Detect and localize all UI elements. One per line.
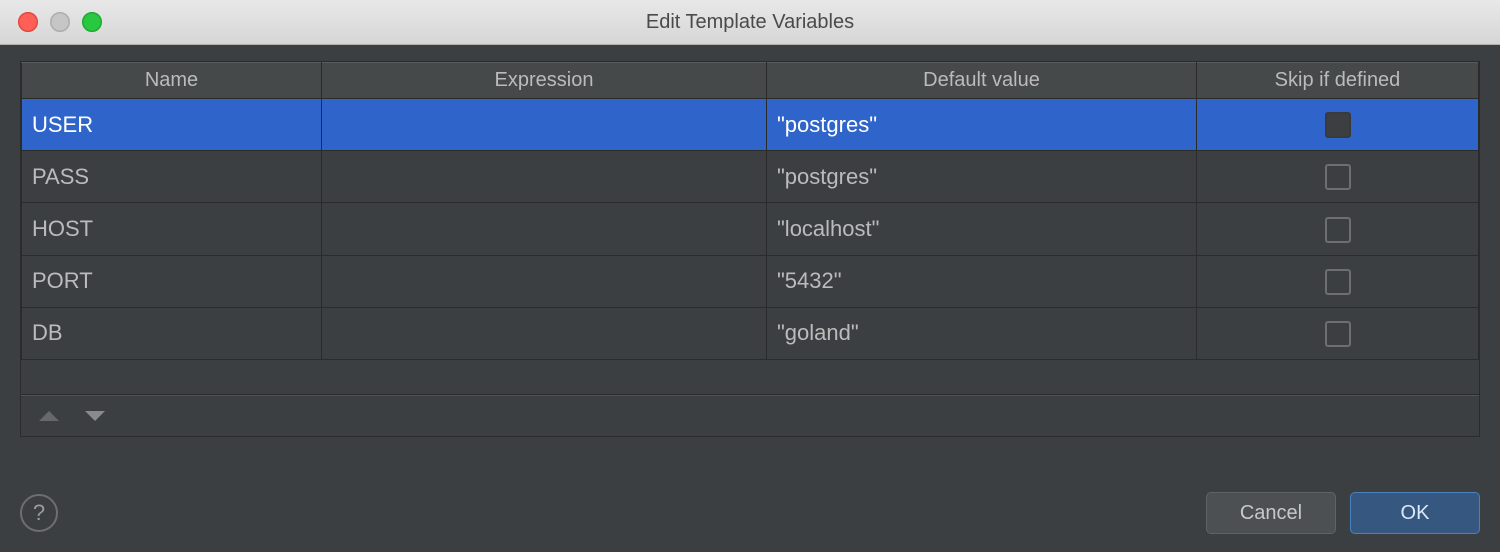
titlebar: Edit Template Variables — [0, 0, 1500, 45]
cell-skip[interactable] — [1197, 99, 1479, 151]
cell-skip[interactable] — [1197, 307, 1479, 359]
cell-default[interactable]: "localhost" — [767, 203, 1197, 255]
cell-expression[interactable] — [322, 99, 767, 151]
zoom-window-button[interactable] — [82, 12, 102, 32]
cell-expression[interactable] — [322, 307, 767, 359]
cell-skip[interactable] — [1197, 203, 1479, 255]
cell-skip[interactable] — [1197, 255, 1479, 307]
table-empty-row — [22, 359, 1479, 394]
skip-checkbox[interactable] — [1325, 217, 1351, 243]
cell-name[interactable]: USER — [22, 99, 322, 151]
close-window-button[interactable] — [18, 12, 38, 32]
variables-table: Name Expression Default value Skip if de… — [21, 62, 1479, 395]
dialog-footer: ? Cancel OK — [0, 474, 1500, 552]
col-header-expression[interactable]: Expression — [322, 63, 767, 99]
cancel-button[interactable]: Cancel — [1206, 492, 1336, 534]
window-title: Edit Template Variables — [0, 11, 1500, 34]
col-header-skip[interactable]: Skip if defined — [1197, 63, 1479, 99]
table-row[interactable]: PASS "postgres" — [22, 151, 1479, 203]
cell-name[interactable]: PORT — [22, 255, 322, 307]
skip-checkbox[interactable] — [1325, 269, 1351, 295]
help-button[interactable]: ? — [20, 494, 58, 532]
skip-checkbox[interactable] — [1325, 164, 1351, 190]
window-controls — [18, 12, 102, 32]
cell-skip[interactable] — [1197, 151, 1479, 203]
col-header-default[interactable]: Default value — [767, 63, 1197, 99]
table-row[interactable]: HOST "localhost" — [22, 203, 1479, 255]
move-up-button[interactable] — [39, 411, 59, 421]
col-header-name[interactable]: Name — [22, 63, 322, 99]
table-row[interactable]: DB "goland" — [22, 307, 1479, 359]
minimize-window-button[interactable] — [50, 12, 70, 32]
cell-expression[interactable] — [322, 151, 767, 203]
cell-name[interactable]: PASS — [22, 151, 322, 203]
cell-name[interactable]: HOST — [22, 203, 322, 255]
cell-name[interactable]: DB — [22, 307, 322, 359]
cell-default[interactable]: "5432" — [767, 255, 1197, 307]
cell-expression[interactable] — [322, 255, 767, 307]
cell-default[interactable]: "goland" — [767, 307, 1197, 359]
reorder-toolbar — [21, 395, 1479, 436]
skip-checkbox[interactable] — [1325, 321, 1351, 347]
variables-table-container: Name Expression Default value Skip if de… — [20, 61, 1480, 437]
table-row[interactable]: PORT "5432" — [22, 255, 1479, 307]
cell-default[interactable]: "postgres" — [767, 151, 1197, 203]
table-row[interactable]: USER "postgres" — [22, 99, 1479, 151]
ok-button[interactable]: OK — [1350, 492, 1480, 534]
dialog-content: Name Expression Default value Skip if de… — [0, 45, 1500, 437]
move-down-button[interactable] — [85, 411, 105, 421]
skip-checkbox[interactable] — [1325, 112, 1351, 138]
cell-default[interactable]: "postgres" — [767, 99, 1197, 151]
table-header-row: Name Expression Default value Skip if de… — [22, 63, 1479, 99]
cell-expression[interactable] — [322, 203, 767, 255]
